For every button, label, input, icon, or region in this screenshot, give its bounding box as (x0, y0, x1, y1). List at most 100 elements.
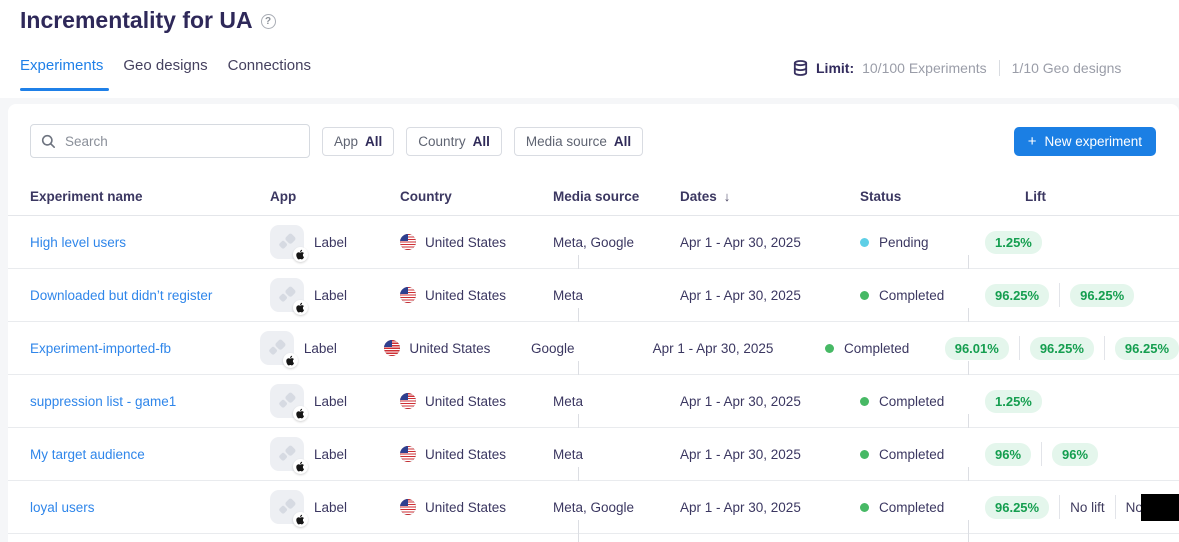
lift-cell: 96.01% 96.25% 96.25% (945, 336, 1179, 360)
col-dates[interactable]: Dates ↓ (680, 189, 860, 204)
app-icon (270, 278, 304, 312)
tab-connections[interactable]: Connections (228, 57, 311, 91)
sort-desc-icon[interactable]: ↓ (724, 189, 731, 204)
apple-logo-icon (293, 247, 308, 262)
country-label: United States (425, 288, 506, 303)
experiments-card: App All Country All Media source All + N… (8, 104, 1179, 542)
country-label: United States (409, 341, 490, 356)
table-controls: App All Country All Media source All + N… (8, 104, 1179, 178)
filter-app-label: App (334, 134, 358, 149)
filter-media-source[interactable]: Media source All (514, 127, 643, 156)
apple-logo-icon (283, 353, 298, 368)
help-icon[interactable]: ? (261, 14, 276, 29)
country-label: United States (425, 235, 506, 250)
experiment-name-link[interactable]: Downloaded but didn’t register (30, 288, 212, 303)
app-glyph-icon (268, 339, 286, 357)
lift-badge: 96.25% (1115, 337, 1179, 360)
us-flag-icon (384, 340, 400, 356)
lift-divider (1059, 283, 1060, 307)
redaction-box (1141, 494, 1179, 521)
experiment-name-link[interactable]: Experiment-imported-fb (30, 341, 171, 356)
status-label: Completed (879, 447, 944, 462)
status-label: Completed (879, 394, 944, 409)
table-row[interactable]: My target audience Label United States (8, 428, 1179, 481)
lift-badge: 96.01% (945, 337, 1009, 360)
plus-icon: + (1028, 133, 1037, 150)
filter-app-value: All (365, 134, 382, 149)
filter-country-label: Country (418, 134, 465, 149)
us-flag-icon (400, 446, 416, 462)
lift-badge: 96.25% (985, 284, 1049, 307)
col-media-source: Media source (553, 189, 680, 204)
no-lift-text: No lift (1070, 500, 1105, 515)
tab-geo-designs[interactable]: Geo designs (123, 57, 207, 91)
filter-app[interactable]: App All (322, 127, 394, 156)
app-label: Label (304, 341, 337, 356)
col-app: App (270, 189, 400, 204)
table-row[interactable]: High level users Label United States (8, 216, 1179, 269)
media-source-label: Meta (553, 447, 583, 462)
country-label: United States (425, 447, 506, 462)
app-label: Label (314, 447, 347, 462)
limit-divider (999, 60, 1000, 76)
filter-country[interactable]: Country All (406, 127, 502, 156)
dates-label: Apr 1 - Apr 30, 2025 (680, 235, 801, 250)
dates-label: Apr 1 - Apr 30, 2025 (680, 500, 801, 515)
status-dot-icon (860, 397, 869, 406)
lift-badge: 96% (985, 443, 1031, 466)
apple-logo-icon (293, 300, 308, 315)
new-experiment-label: New experiment (1044, 134, 1142, 149)
table-row[interactable]: Downloaded but didn’t register Label Uni… (8, 269, 1179, 322)
lift-badge: 96.25% (1070, 284, 1134, 307)
dates-label: Apr 1 - Apr 30, 2025 (680, 394, 801, 409)
app-glyph-icon (278, 392, 296, 410)
experiment-name-link[interactable]: loyal users (30, 500, 95, 515)
us-flag-icon (400, 499, 416, 515)
media-source-label: Meta (553, 394, 583, 409)
app-glyph-icon (278, 445, 296, 463)
table-row[interactable]: Experiment-imported-fb Label United Stat… (8, 322, 1179, 375)
col-lift: Lift (985, 189, 1179, 204)
tabs: Experiments Geo designs Connections (20, 57, 311, 91)
experiment-name-link[interactable]: suppression list - game1 (30, 394, 176, 409)
filter-media-source-label: Media source (526, 134, 607, 149)
experiment-name-link[interactable]: High level users (30, 235, 126, 250)
page-title-text: Incrementality for UA (20, 7, 253, 34)
experiment-name-link[interactable]: My target audience (30, 447, 145, 462)
table-row[interactable]: suppression list - game1 Label United St… (8, 375, 1179, 428)
apple-logo-icon (293, 459, 308, 474)
database-icon (793, 60, 808, 76)
us-flag-icon (400, 287, 416, 303)
search-input[interactable] (65, 134, 299, 149)
app-label: Label (314, 394, 347, 409)
search-input-wrapper (30, 124, 310, 158)
lift-divider (1115, 495, 1116, 519)
status-label: Pending (879, 235, 929, 250)
apple-logo-icon (293, 512, 308, 527)
lift-cell: 1.25% (985, 231, 1179, 254)
app-icon (260, 331, 294, 365)
lift-divider (1019, 336, 1020, 360)
col-dates-label: Dates (680, 189, 717, 204)
country-label: United States (425, 500, 506, 515)
app-label: Label (314, 235, 347, 250)
new-experiment-button[interactable]: + New experiment (1014, 127, 1156, 156)
lift-cell: 96.25% 96.25% (985, 283, 1179, 307)
media-source-label: Google (531, 341, 575, 356)
table-row[interactable]: loyal users Label United States (8, 481, 1179, 534)
col-experiment-name: Experiment name (30, 189, 270, 204)
lift-badge: 96.25% (1030, 337, 1094, 360)
status-dot-icon (860, 450, 869, 459)
lift-cell: 1.25% (985, 390, 1179, 413)
app-label: Label (314, 500, 347, 515)
column-divider-tick (578, 520, 579, 542)
lift-divider (1041, 442, 1042, 466)
country-label: United States (425, 394, 506, 409)
apple-logo-icon (293, 406, 308, 421)
lift-divider (1059, 495, 1060, 519)
tab-experiments[interactable]: Experiments (20, 57, 103, 91)
status-label: Completed (844, 341, 909, 356)
col-status: Status (860, 189, 985, 204)
table-header: Experiment name App Country Media source… (8, 178, 1179, 216)
app-glyph-icon (278, 233, 296, 251)
